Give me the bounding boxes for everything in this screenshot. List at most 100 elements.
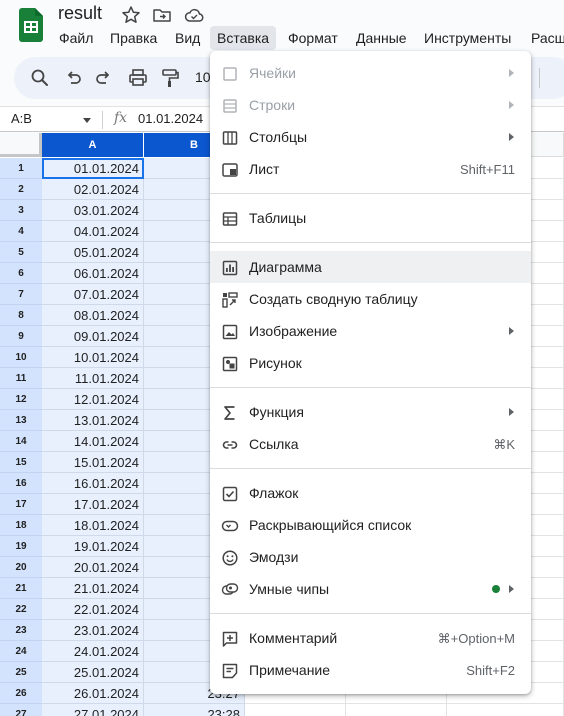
cell-empty[interactable] bbox=[447, 704, 564, 716]
submenu-arrow-icon bbox=[509, 133, 514, 141]
menu-item-comment[interactable]: Комментарий ⌘+Option+M bbox=[210, 622, 531, 654]
menu-item-drawing[interactable]: Рисунок bbox=[210, 347, 531, 379]
menu-item-link[interactable]: Ссылка ⌘K bbox=[210, 428, 531, 460]
row-header[interactable]: 24 bbox=[0, 641, 42, 662]
menu-extensions[interactable]: Расш bbox=[524, 26, 564, 50]
row-header[interactable]: 3 bbox=[0, 200, 42, 221]
zoom-select[interactable]: 10 bbox=[195, 69, 211, 85]
row-header[interactable]: 6 bbox=[0, 263, 42, 284]
row-header[interactable]: 20 bbox=[0, 557, 42, 578]
cell-a[interactable]: 26.01.2024 bbox=[42, 683, 144, 704]
cell-a[interactable]: 04.01.2024 bbox=[42, 221, 144, 242]
row-header[interactable]: 7 bbox=[0, 284, 42, 305]
row-header[interactable]: 19 bbox=[0, 536, 42, 557]
star-icon[interactable] bbox=[120, 4, 142, 26]
menu-item-dropdown-list[interactable]: Раскрывающийся список bbox=[210, 509, 531, 541]
menu-item-checkbox[interactable]: Флажок bbox=[210, 477, 531, 509]
cell-a[interactable]: 17.01.2024 bbox=[42, 494, 144, 515]
row-header[interactable]: 17 bbox=[0, 494, 42, 515]
select-all-corner[interactable] bbox=[0, 133, 42, 157]
menu-item-smart-chips[interactable]: Умные чипы bbox=[210, 573, 531, 605]
row-header[interactable]: 16 bbox=[0, 473, 42, 494]
sheets-logo-icon[interactable] bbox=[19, 8, 43, 42]
row-header[interactable]: 21 bbox=[0, 578, 42, 599]
undo-icon[interactable] bbox=[62, 67, 84, 89]
row-header[interactable]: 27 bbox=[0, 704, 42, 716]
row-header[interactable]: 10 bbox=[0, 347, 42, 368]
row-header[interactable]: 15 bbox=[0, 452, 42, 473]
print-icon[interactable] bbox=[127, 67, 149, 89]
menu-tools[interactable]: Инструменты bbox=[417, 26, 518, 50]
cell-a[interactable]: 23.01.2024 bbox=[42, 620, 144, 641]
menu-edit[interactable]: Правка bbox=[103, 26, 164, 50]
cell-empty[interactable] bbox=[346, 704, 447, 716]
cell-b[interactable]: 23:28 bbox=[144, 704, 245, 716]
row-header[interactable]: 2 bbox=[0, 179, 42, 200]
menu-item-emoji[interactable]: Эмодзи bbox=[210, 541, 531, 573]
move-folder-icon[interactable] bbox=[151, 4, 173, 26]
row-header[interactable]: 22 bbox=[0, 599, 42, 620]
cell-a[interactable]: 05.01.2024 bbox=[42, 242, 144, 263]
cell-a[interactable]: 07.01.2024 bbox=[42, 284, 144, 305]
cell-a[interactable]: 10.01.2024 bbox=[42, 347, 144, 368]
menu-item-image[interactable]: Изображение bbox=[210, 315, 531, 347]
cell-a[interactable]: 19.01.2024 bbox=[42, 536, 144, 557]
row-header[interactable]: 1 bbox=[0, 158, 42, 179]
cloud-saved-icon[interactable] bbox=[183, 4, 205, 26]
menu-item-chart[interactable]: Диаграмма bbox=[210, 251, 531, 283]
row-header[interactable]: 9 bbox=[0, 326, 42, 347]
cell-a[interactable]: 08.01.2024 bbox=[42, 305, 144, 326]
menu-insert[interactable]: Вставка bbox=[210, 26, 277, 50]
cell-a[interactable]: 11.01.2024 bbox=[42, 368, 144, 389]
menu-item-shortcut: Shift+F11 bbox=[459, 162, 515, 177]
cell-a[interactable]: 27.01.2024 bbox=[42, 704, 144, 716]
formula-input[interactable]: 01.01.2024 bbox=[138, 111, 203, 126]
cell-a[interactable]: 20.01.2024 bbox=[42, 557, 144, 578]
document-title[interactable]: result bbox=[58, 3, 102, 24]
row-header[interactable]: 4 bbox=[0, 221, 42, 242]
row-header[interactable]: 18 bbox=[0, 515, 42, 536]
cell-a[interactable]: 03.01.2024 bbox=[42, 200, 144, 221]
cell-a[interactable]: 09.01.2024 bbox=[42, 326, 144, 347]
menu-separator bbox=[210, 242, 531, 243]
cell-a[interactable]: 12.01.2024 bbox=[42, 389, 144, 410]
row-header[interactable]: 12 bbox=[0, 389, 42, 410]
row-header[interactable]: 5 bbox=[0, 242, 42, 263]
row-header[interactable]: 8 bbox=[0, 305, 42, 326]
cell-a[interactable]: 06.01.2024 bbox=[42, 263, 144, 284]
cell-a[interactable]: 22.01.2024 bbox=[42, 599, 144, 620]
cell-a[interactable]: 24.01.2024 bbox=[42, 641, 144, 662]
cell-a[interactable]: 14.01.2024 bbox=[42, 431, 144, 452]
redo-icon[interactable] bbox=[93, 67, 115, 89]
column-header-a[interactable]: A bbox=[42, 133, 144, 157]
row-header[interactable]: 25 bbox=[0, 662, 42, 683]
rows-icon bbox=[223, 99, 237, 113]
menu-item-columns[interactable]: Столбцы bbox=[210, 121, 531, 153]
cell-a[interactable]: 15.01.2024 bbox=[42, 452, 144, 473]
menu-format[interactable]: Формат bbox=[281, 26, 345, 50]
menu-data[interactable]: Данные bbox=[349, 26, 414, 50]
menu-item-sigma[interactable]: Функция bbox=[210, 396, 531, 428]
row-header[interactable]: 23 bbox=[0, 620, 42, 641]
row-header[interactable]: 14 bbox=[0, 431, 42, 452]
cell-empty[interactable] bbox=[245, 704, 346, 716]
row-header[interactable]: 26 bbox=[0, 683, 42, 704]
row-header[interactable]: 11 bbox=[0, 368, 42, 389]
search-icon[interactable] bbox=[29, 67, 51, 89]
cell-a[interactable]: 02.01.2024 bbox=[42, 179, 144, 200]
name-box[interactable]: A:B bbox=[11, 111, 32, 126]
name-box-dropdown-icon[interactable] bbox=[83, 118, 91, 123]
menu-item-sheet[interactable]: Лист Shift+F11 bbox=[210, 153, 531, 185]
cell-a[interactable]: 16.01.2024 bbox=[42, 473, 144, 494]
cell-a[interactable]: 21.01.2024 bbox=[42, 578, 144, 599]
menu-item-pivot-table[interactable]: Создать сводную таблицу bbox=[210, 283, 531, 315]
menu-item-note[interactable]: Примечание Shift+F2 bbox=[210, 654, 531, 686]
menu-view[interactable]: Вид bbox=[168, 26, 207, 50]
cell-a[interactable]: 25.01.2024 bbox=[42, 662, 144, 683]
menu-item-table[interactable]: Таблицы bbox=[210, 202, 531, 234]
cell-a[interactable]: 18.01.2024 bbox=[42, 515, 144, 536]
paint-format-icon[interactable] bbox=[159, 67, 181, 89]
menu-file[interactable]: Файл bbox=[52, 26, 100, 50]
row-header[interactable]: 13 bbox=[0, 410, 42, 431]
cell-a[interactable]: 13.01.2024 bbox=[42, 410, 144, 431]
